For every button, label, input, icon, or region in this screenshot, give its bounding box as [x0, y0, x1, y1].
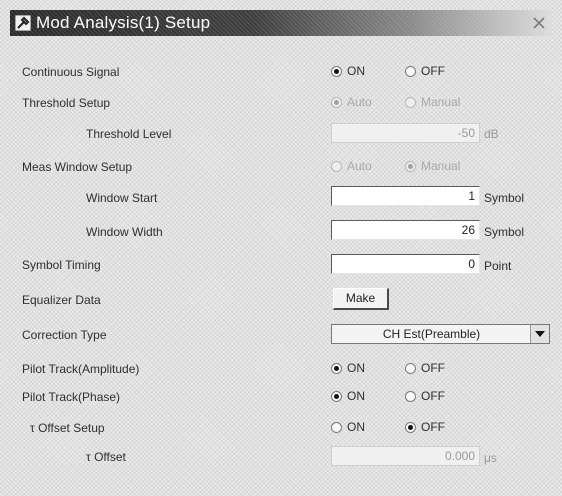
- radio-label: Auto: [347, 95, 372, 109]
- radio-indicator: [405, 65, 416, 77]
- radio-selected-indicator: [331, 390, 342, 402]
- pilot-track-amplitude-label: Pilot Track(Amplitude): [22, 362, 140, 376]
- radio-label: ON: [347, 389, 365, 403]
- radio-indicator: [405, 96, 416, 108]
- close-icon[interactable]: [530, 14, 548, 32]
- radio-label: Manual: [421, 159, 461, 173]
- threshold-setup-auto-radio[interactable]: Auto: [331, 95, 372, 109]
- symbol-timing-label: Symbol Timing: [22, 258, 101, 272]
- make-button[interactable]: Make: [333, 288, 389, 310]
- threshold-level-unit: dB: [484, 127, 499, 141]
- pilot-amplitude-on-radio[interactable]: ON: [331, 361, 365, 375]
- offset-input[interactable]: 0.000: [331, 446, 480, 466]
- radio-label: ON: [347, 361, 365, 375]
- threshold-level-label: Threshold Level: [86, 127, 172, 141]
- window-width-unit: Symbol: [484, 225, 525, 239]
- radio-label: OFF: [421, 64, 445, 78]
- radio-selected-indicator: [331, 96, 342, 108]
- continuous-signal-off-radio[interactable]: OFF: [405, 64, 445, 78]
- radio-label: OFF: [421, 361, 445, 375]
- radio-label: Manual: [421, 95, 461, 109]
- offset-unit: μs: [484, 451, 497, 465]
- radio-selected-indicator: [331, 362, 342, 374]
- offset-setup-label: τ Offset Setup: [30, 421, 105, 435]
- radio-indicator: [331, 421, 342, 433]
- radio-label: Auto: [347, 159, 372, 173]
- meas-window-setup-label: Meas Window Setup: [22, 160, 133, 174]
- radio-indicator: [331, 160, 342, 172]
- radio-indicator: [405, 362, 416, 374]
- equalizer-data-label: Equalizer Data: [22, 293, 101, 307]
- threshold-setup-label: Threshold Setup: [22, 96, 111, 110]
- title-bar[interactable]: Mod Analysis(1) Setup: [10, 10, 552, 36]
- symbol-timing-input[interactable]: 0: [331, 254, 480, 274]
- correction-type-value: CH Est(Preamble): [382, 327, 481, 341]
- symbol-timing-unit: Point: [484, 259, 512, 273]
- offset-setup-off-radio[interactable]: OFF: [405, 420, 445, 434]
- radio-selected-indicator: [405, 421, 416, 433]
- pilot-phase-on-radio[interactable]: ON: [331, 389, 365, 403]
- window-width-label: Window Width: [86, 225, 163, 239]
- radio-label: OFF: [421, 420, 445, 434]
- offset-setup-on-radio[interactable]: ON: [331, 420, 365, 434]
- radio-label: OFF: [421, 389, 445, 403]
- window-width-input[interactable]: 26: [331, 220, 480, 240]
- window-title: Mod Analysis(1) Setup: [36, 13, 211, 32]
- threshold-level-input[interactable]: -50: [331, 123, 480, 143]
- meas-window-auto-radio[interactable]: Auto: [331, 159, 372, 173]
- window-start-input[interactable]: 1: [331, 186, 480, 206]
- pilot-phase-off-radio[interactable]: OFF: [405, 389, 445, 403]
- radio-selected-indicator: [405, 160, 416, 172]
- continuous-signal-on-radio[interactable]: ON: [331, 64, 365, 78]
- window-start-unit: Symbol: [484, 191, 525, 205]
- pilot-track-phase-label: Pilot Track(Phase): [22, 390, 121, 404]
- continuous-signal-label: Continuous Signal: [22, 65, 120, 79]
- window-start-label: Window Start: [86, 191, 158, 205]
- correction-type-select[interactable]: CH Est(Preamble): [331, 324, 550, 344]
- chevron-down-icon[interactable]: [530, 325, 549, 343]
- meas-window-manual-radio[interactable]: Manual: [405, 159, 460, 173]
- radio-label: ON: [347, 420, 365, 434]
- radio-label: ON: [347, 64, 365, 78]
- offset-label: τ Offset: [86, 450, 126, 464]
- wrench-icon: [15, 15, 31, 31]
- threshold-setup-manual-radio[interactable]: Manual: [405, 95, 460, 109]
- radio-indicator: [405, 390, 416, 402]
- correction-type-label: Correction Type: [22, 328, 107, 342]
- radio-selected-indicator: [331, 65, 342, 77]
- pilot-amplitude-off-radio[interactable]: OFF: [405, 361, 445, 375]
